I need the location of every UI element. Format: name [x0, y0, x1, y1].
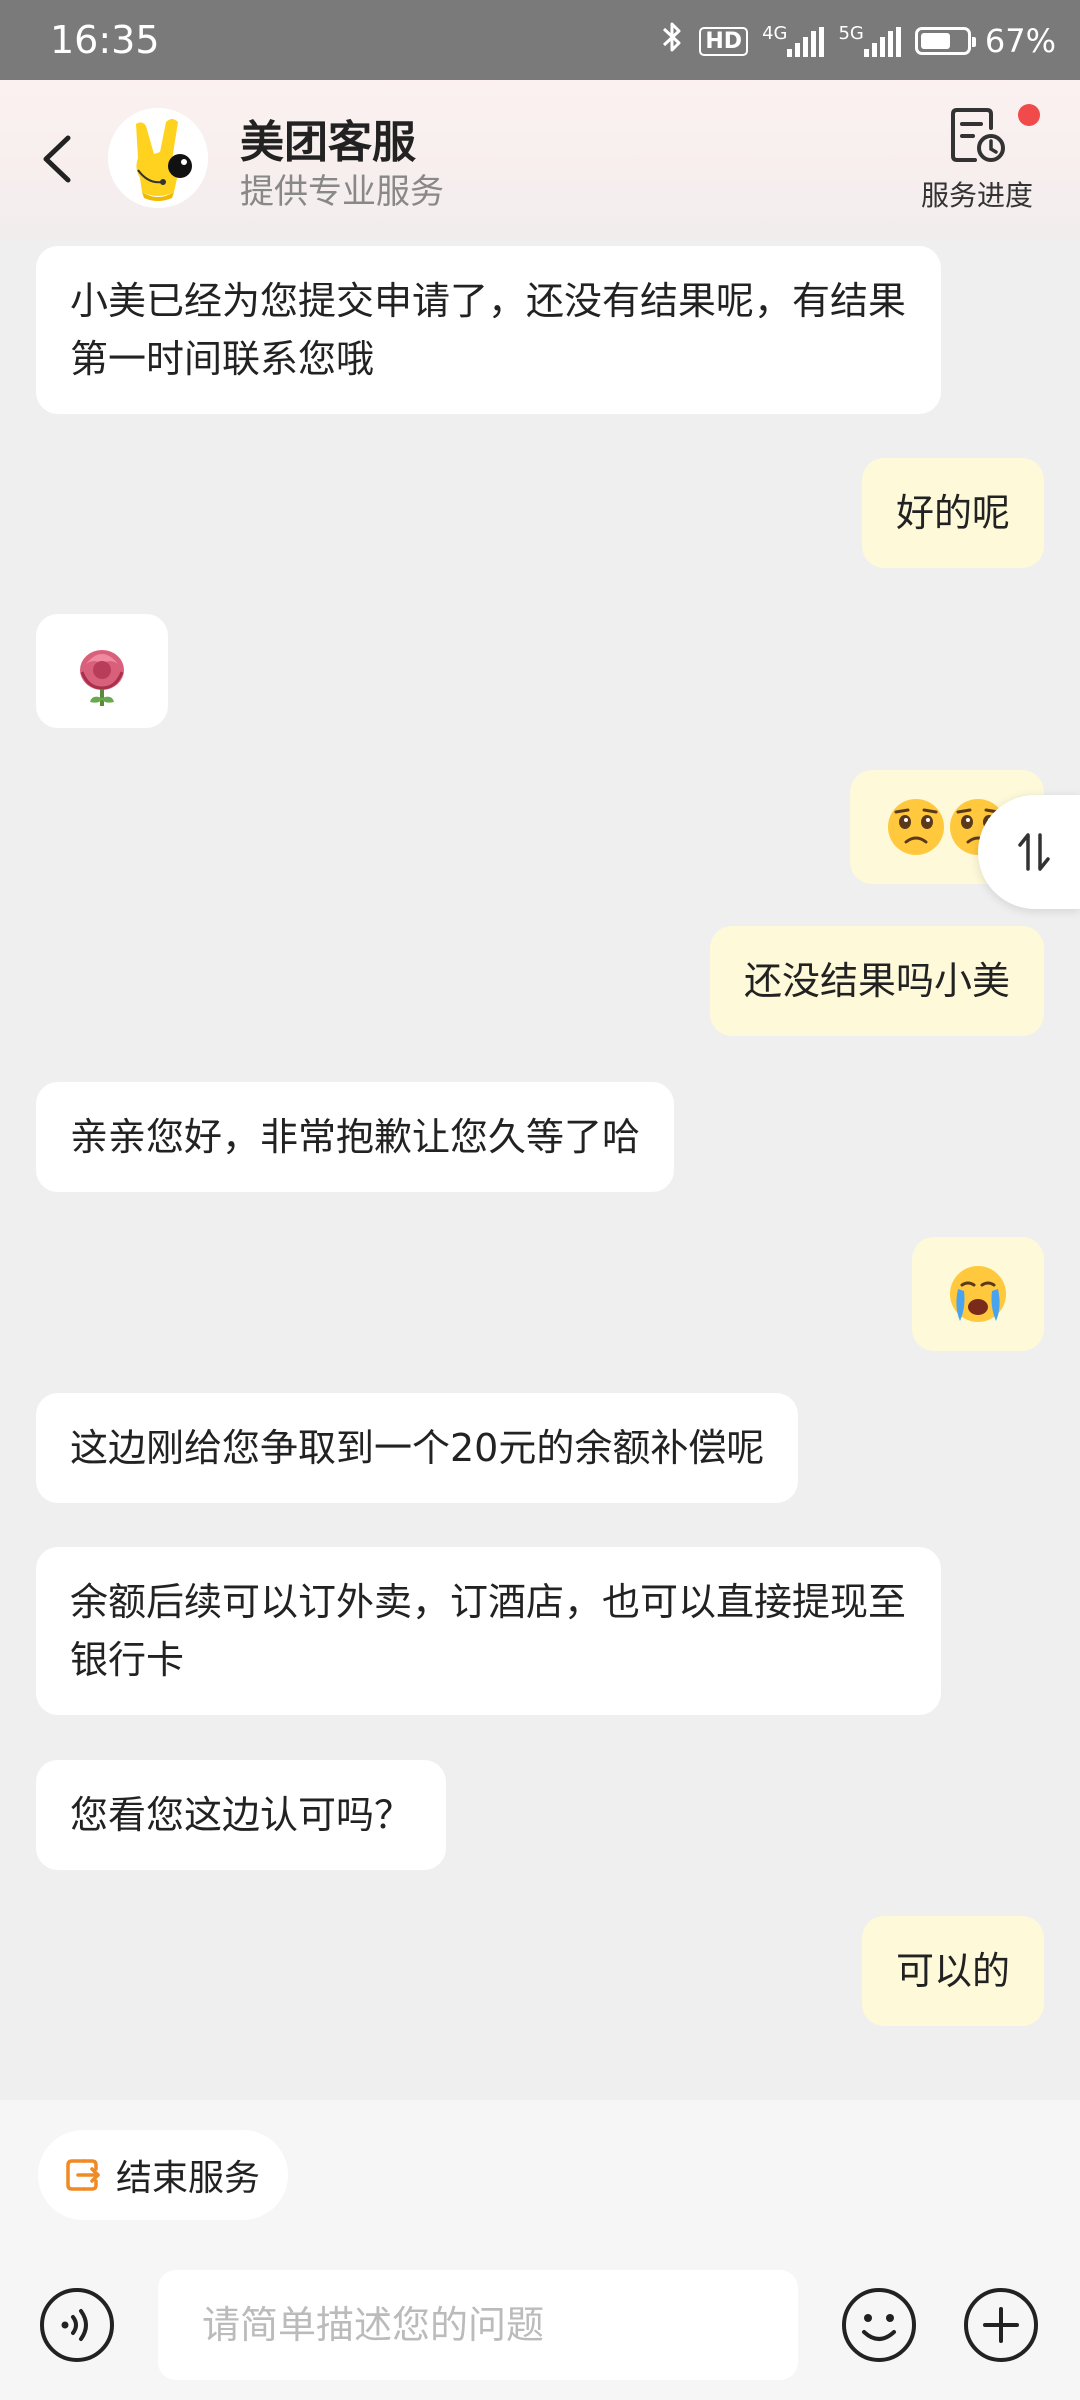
message-text: 亲亲您好，非常抱歉让您久等了哈	[70, 1115, 641, 1159]
network-5g-label: 5G	[838, 23, 864, 44]
more-options-button[interactable]	[962, 2286, 1040, 2364]
message-text: 余额后续可以订外卖，订酒店，也可以直接提现至银行卡	[70, 1580, 907, 1682]
user-message: 还没结果吗小美	[709, 926, 1044, 1036]
signal-4g-icon	[787, 27, 825, 57]
chat-footer: 结束服务	[0, 2100, 1080, 2400]
user-sticker-message	[912, 1237, 1044, 1351]
service-progress-icon	[951, 108, 1005, 162]
network-4g-label: 4G	[762, 23, 788, 44]
input-row	[0, 2266, 1080, 2386]
scroll-toggle-button[interactable]	[978, 795, 1080, 909]
agent-message: 您看您这边认可吗？	[36, 1760, 447, 1870]
message-text: 好的呢	[895, 491, 1010, 535]
agent-sticker-message	[36, 614, 168, 728]
status-time: 16:35	[50, 18, 160, 62]
voice-icon	[40, 2288, 114, 2362]
crying-face-icon	[950, 1266, 1006, 1322]
rose-sticker-icon	[80, 650, 124, 706]
agent-message: 余额后续可以订外卖，订酒店，也可以直接提现至银行卡	[36, 1547, 941, 1715]
service-progress-button[interactable]: 服务进度	[912, 104, 1042, 214]
chat-header: 美团客服 提供专业服务 服务进度	[0, 80, 1080, 240]
message-input[interactable]	[158, 2270, 798, 2380]
message-text: 小美已经为您提交申请了，还没有结果呢，有结果第一时间联系您哦	[70, 279, 907, 381]
user-message: 好的呢	[861, 458, 1044, 568]
user-message: 可以的	[861, 1916, 1044, 2026]
plus-icon	[964, 2288, 1038, 2362]
mascot-hand-icon	[108, 108, 208, 208]
message-text: 这边刚给您争取到一个20元的余额补偿呢	[70, 1426, 765, 1470]
status-bar: 16:35 HD 4G 5G 67%	[0, 0, 1080, 80]
chevron-left-icon	[43, 135, 71, 183]
smiley-icon	[842, 2288, 916, 2362]
agent-message: 这边刚给您争取到一个20元的余额补偿呢	[36, 1393, 799, 1503]
end-service-label: 结束服务	[116, 2158, 261, 2199]
voice-input-button[interactable]	[38, 2286, 116, 2364]
page-subtitle: 提供专业服务	[240, 172, 444, 212]
notification-dot	[1018, 104, 1040, 126]
agent-message: 亲亲您好，非常抱歉让您久等了哈	[36, 1082, 675, 1192]
message-text: 还没结果吗小美	[743, 959, 1010, 1003]
battery-percentage: 67%	[984, 22, 1056, 60]
emoji-button[interactable]	[840, 2286, 918, 2364]
swap-vertical-icon	[1018, 833, 1050, 871]
chat-area[interactable]: 小美已经为您提交申请了，还没有结果呢，有结果第一时间联系您哦 好的呢 还没结果吗…	[0, 240, 1080, 2100]
signal-5g-icon	[863, 27, 901, 57]
agent-message: 小美已经为您提交申请了，还没有结果呢，有结果第一时间联系您哦	[36, 246, 941, 414]
battery-icon	[914, 27, 976, 55]
status-icons: HD 4G 5G 67%	[659, 20, 1056, 62]
page-title: 美团客服	[240, 117, 416, 168]
message-text: 您看您这边认可吗？	[70, 1793, 413, 1837]
back-button[interactable]	[34, 124, 84, 194]
avatar[interactable]	[108, 108, 208, 208]
hd-voice-badge: HD	[699, 26, 749, 56]
exit-icon	[66, 2159, 100, 2191]
end-service-button[interactable]: 结束服务	[38, 2130, 289, 2220]
bluetooth-icon	[659, 20, 685, 62]
service-progress-label: 服务进度	[920, 179, 1033, 212]
message-text: 可以的	[895, 1949, 1010, 1993]
